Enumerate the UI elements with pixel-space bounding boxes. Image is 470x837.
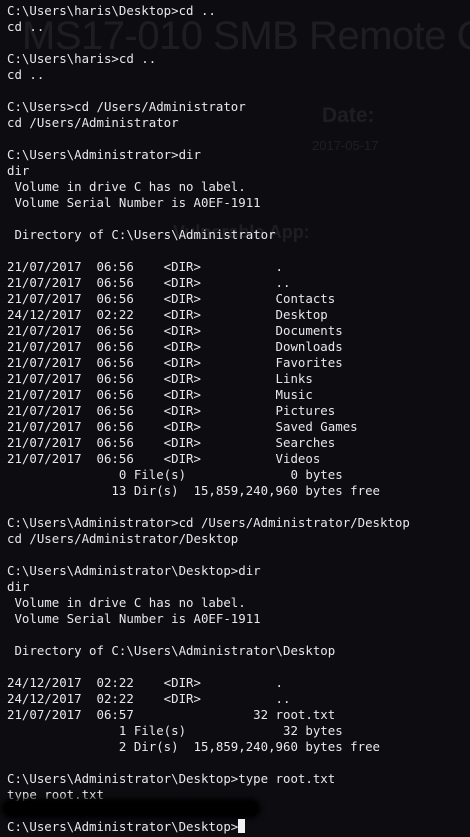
terminal-line: 24/12/2017 02:22 <DIR> .	[7, 675, 284, 690]
terminal-line: 24/12/2017 02:22 <DIR> Desktop	[7, 307, 328, 322]
terminal-line: cd ..	[7, 67, 45, 82]
terminal-line: 13 Dir(s) 15,859,240,960 bytes free	[7, 483, 380, 498]
terminal-line: cd ..	[7, 19, 45, 34]
terminal-line: 21/07/2017 06:56 <DIR> Videos	[7, 451, 321, 466]
terminal-line: 2 Dir(s) 15,859,240,960 bytes free	[7, 739, 380, 754]
terminal-line: C:\Users\Administrator>dir	[7, 147, 201, 162]
terminal-line: Volume in drive C has no label.	[7, 595, 246, 610]
terminal-line: cd /Users/Administrator/Desktop	[7, 531, 239, 546]
terminal-line: 21/07/2017 06:56 <DIR> Searches	[7, 435, 336, 450]
terminal-line: 21/07/2017 06:56 <DIR> Downloads	[7, 339, 343, 354]
terminal-line: C:\Users\haris\Desktop>cd ..	[7, 3, 216, 18]
terminal-line: 1 File(s) 32 bytes	[7, 723, 343, 738]
terminal-line: 21/07/2017 06:57 32 root.txt	[7, 707, 336, 722]
terminal-line: 21/07/2017 06:56 <DIR> Saved Games	[7, 419, 358, 434]
terminal-line: C:\Users\Administrator\Desktop>dir	[7, 563, 261, 578]
terminal-line: C:\Users\haris>cd ..	[7, 51, 157, 66]
terminal-line: dir	[7, 579, 30, 594]
terminal-line: Volume Serial Number is A0EF-1911	[7, 611, 261, 626]
terminal-line: C:\Users\Administrator>cd /Users/Adminis…	[7, 515, 410, 530]
terminal-line: Directory of C:\Users\Administrator\Desk…	[7, 643, 336, 658]
redacted-output-bar	[4, 801, 258, 816]
terminal-line: Directory of C:\Users\Administrator	[7, 227, 276, 242]
terminal-line: 24/12/2017 02:22 <DIR> ..	[7, 691, 291, 706]
terminal-line: cd /Users/Administrator	[7, 115, 179, 130]
terminal-line: Volume in drive C has no label.	[7, 179, 246, 194]
prompt-text: C:\Users\Administrator\Desktop>	[7, 819, 239, 834]
terminal-line: dir	[7, 163, 30, 178]
terminal-line: C:\Users>cd /Users/Administrator	[7, 99, 246, 114]
terminal-window[interactable]: MS17-010 SMB Remote Code Execute Date: 2…	[0, 0, 470, 837]
terminal-output: C:\Users\haris\Desktop>cd .. cd .. C:\User…	[7, 3, 410, 803]
terminal-line: 21/07/2017 06:56 <DIR> Favorites	[7, 355, 343, 370]
terminal-line: C:\Users\Administrator\Desktop>type root…	[7, 771, 336, 786]
command-prompt-line[interactable]: C:\Users\Administrator\Desktop>	[7, 819, 246, 835]
terminal-line: 21/07/2017 06:56 <DIR> Documents	[7, 323, 343, 338]
terminal-line: 21/07/2017 06:56 <DIR> Links	[7, 371, 313, 386]
terminal-line: 21/07/2017 06:56 <DIR> Pictures	[7, 403, 336, 418]
text-cursor	[238, 819, 246, 833]
terminal-line: 21/07/2017 06:56 <DIR> Contacts	[7, 291, 336, 306]
terminal-line: 21/07/2017 06:56 <DIR> Music	[7, 387, 313, 402]
terminal-line: Volume Serial Number is A0EF-1911	[7, 195, 261, 210]
terminal-line: 21/07/2017 06:56 <DIR> .	[7, 259, 284, 274]
terminal-line: 0 File(s) 0 bytes	[7, 467, 343, 482]
terminal-line: 21/07/2017 06:56 <DIR> ..	[7, 275, 291, 290]
